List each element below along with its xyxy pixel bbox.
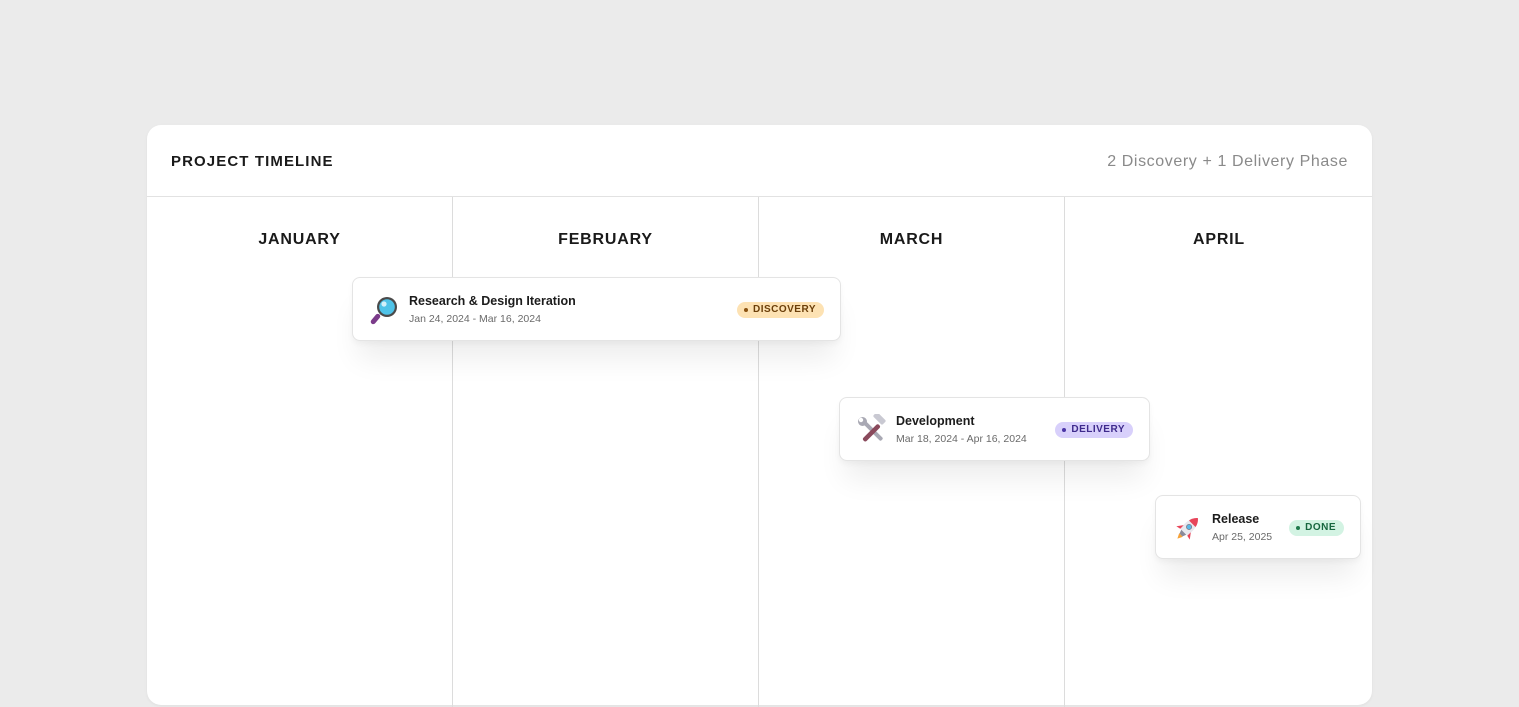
status-badge-delivery: DELIVERY — [1055, 422, 1133, 438]
status-badge-discovery: DISCOVERY — [736, 302, 824, 318]
phase-summary: 2 Discovery + 1 Delivery Phase — [1107, 153, 1348, 170]
badge-dot — [1062, 428, 1067, 432]
event-title: Release — [1212, 512, 1260, 526]
card-header: PROJECT TIMELINE 2 Discovery + 1 Deliver… — [147, 125, 1372, 197]
magnifying-glass-icon — [369, 294, 401, 326]
event-dates: Mar 18, 2024 - Apr 16, 2024 — [896, 433, 1027, 445]
month-label: FEBRUARY — [558, 231, 653, 248]
event-dates: Apr 25, 2025 — [1212, 531, 1273, 543]
timeline-card: PROJECT TIMELINE 2 Discovery + 1 Deliver… — [147, 125, 1372, 707]
badge-label: DISCOVERY — [752, 304, 816, 315]
month-label: MARCH — [879, 231, 944, 248]
status-badge-done: DONE — [1289, 520, 1344, 536]
badge-label: DONE — [1305, 522, 1336, 533]
hammer-and-wrench-icon — [856, 414, 888, 446]
month-label: APRIL — [1193, 231, 1245, 248]
rocket-icon — [1172, 512, 1204, 544]
month-column-january: JANUARY — [147, 197, 453, 707]
event-title: Development — [896, 414, 975, 428]
badge-dot — [743, 308, 748, 312]
badge-dot — [1296, 526, 1301, 530]
month-grid: JANUARY FEBRUARY MARCH APRIL — [147, 197, 1372, 707]
event-development[interactable]: Development Mar 18, 2024 - Apr 16, 2024 … — [839, 397, 1150, 461]
event-dates: Jan 24, 2024 - Mar 16, 2024 — [409, 313, 541, 325]
badge-label: DELIVERY — [1071, 424, 1125, 435]
event-research-design[interactable]: Research & Design Iteration Jan 24, 2024… — [352, 277, 841, 341]
event-title: Research & Design Iteration — [409, 294, 576, 308]
page-title: PROJECT TIMELINE — [171, 153, 334, 170]
month-column-february: FEBRUARY — [453, 197, 759, 707]
event-release[interactable]: Release Apr 25, 2025 DONE — [1155, 495, 1361, 559]
month-label: JANUARY — [258, 231, 341, 248]
